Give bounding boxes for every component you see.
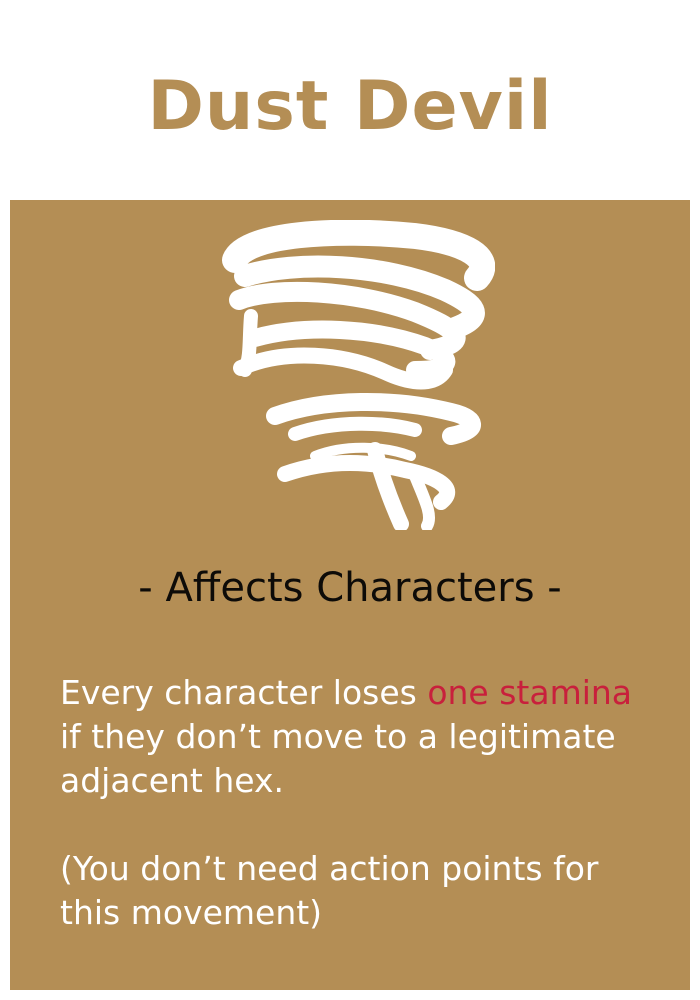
rules-note: (You don’t need action points for this m… [60,849,599,932]
rules-text-after: if they don’t move to a legitimate adjac… [60,717,616,800]
rules-text-before: Every character loses [60,673,428,712]
rules-text: Every character loses one stamina if the… [60,671,660,803]
rules-highlight: one stamina [427,673,633,712]
rules-text-block: Every character loses one stamina if the… [60,671,660,935]
tornado-icon [222,220,495,530]
card-title: Dust Devil [147,67,553,146]
card-body: - Affects Characters - Every character l… [10,200,690,990]
card-subtitle: - Affects Characters - [138,565,562,611]
